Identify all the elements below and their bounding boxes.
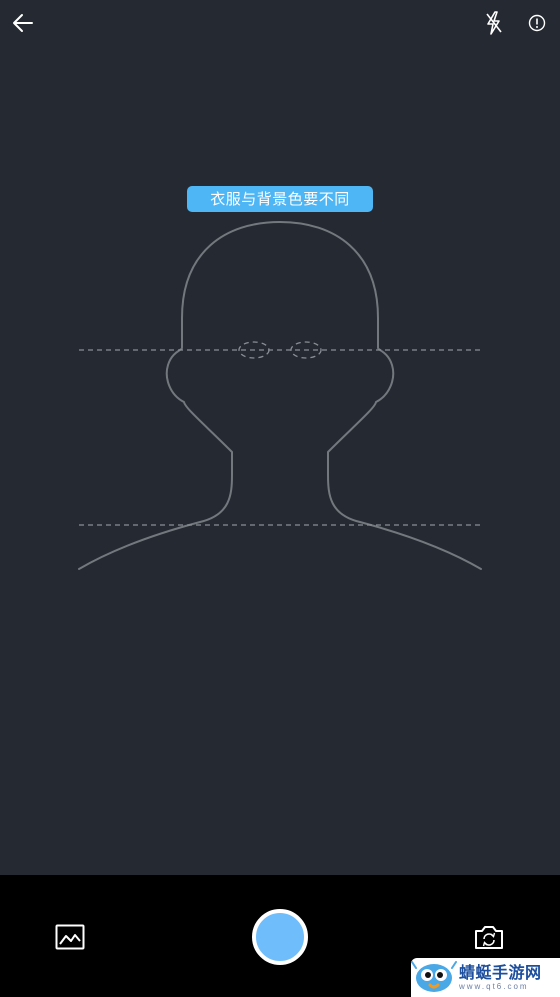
switch-camera-button[interactable]	[470, 919, 508, 955]
tip-badge: 衣服与背景色要不同	[187, 186, 373, 212]
watermark-url: www.qt6.com	[459, 982, 529, 991]
gallery-button[interactable]	[52, 919, 88, 955]
camera-screen: 衣服与背景色要不同 蜻蜓手游网 www.qt6.com	[0, 0, 560, 997]
switch-camera-icon	[475, 926, 503, 949]
gallery-icon	[55, 924, 85, 950]
shutter-button[interactable]	[252, 909, 308, 965]
face-guide-overlay	[78, 221, 482, 570]
watermark: 蜻蜓手游网 www.qt6.com	[411, 958, 560, 997]
head-outline	[78, 221, 482, 570]
watermark-text: 蜻蜓手游网 www.qt6.com	[459, 963, 542, 992]
dragonfly-logo-icon	[411, 961, 457, 992]
watermark-name: 蜻蜓手游网	[459, 963, 542, 982]
